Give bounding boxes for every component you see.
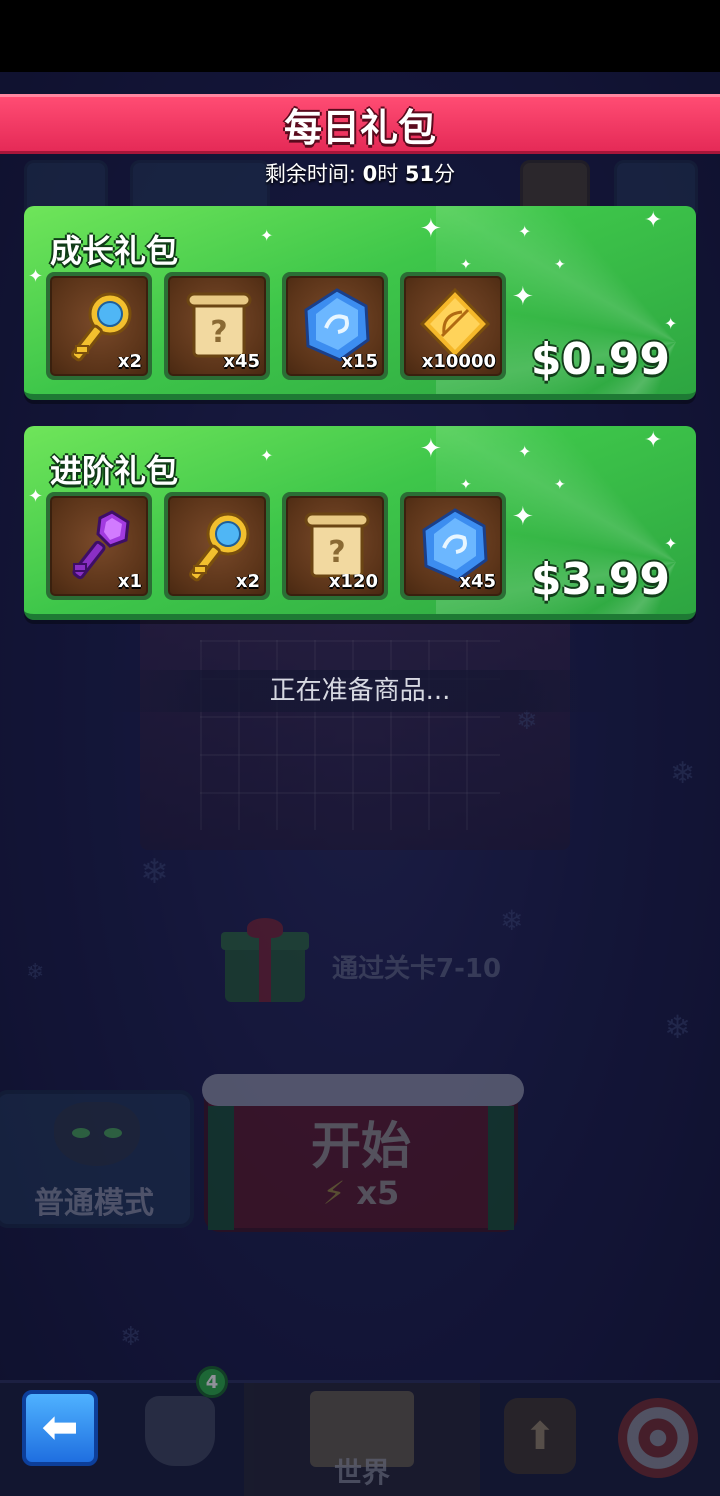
status-bar (0, 0, 720, 72)
pack-item: x45 (400, 492, 506, 600)
pack-price-button[interactable]: $3.99 (531, 554, 670, 605)
sparkle-icon: ✦ (420, 214, 442, 244)
pack-item: x10000 (400, 272, 506, 380)
pack-item: x2 (46, 272, 152, 380)
remaining-time: 剩余时间: 0时 51分 (264, 162, 456, 186)
sparkle-icon: ✦ (518, 222, 532, 241)
sparkle-icon: ✦ (512, 502, 534, 532)
pack-item: ? x45 (164, 272, 270, 380)
item-count: x1 (117, 571, 142, 592)
pack-title: 成长礼包 (50, 232, 179, 270)
sparkle-icon: ✦ (644, 428, 663, 453)
sparkle-icon: ✦ (554, 477, 566, 493)
sparkle-icon: ✦ (664, 534, 678, 553)
item-count: x2 (235, 571, 260, 592)
modal-title-bar: 每日礼包 (0, 94, 720, 154)
sparkle-icon: ✦ (28, 266, 44, 287)
advanced-pack-card[interactable]: ✦ ✦ ✦ ✦ ✦ ✦ ✦ ✦ ✦ 进阶礼包 x1 x2 ? x120 x45 … (24, 426, 696, 620)
sparkle-icon: ✦ (260, 446, 274, 465)
sparkle-icon: ✦ (664, 314, 678, 333)
sparkle-icon: ✦ (644, 208, 663, 233)
item-count: x2 (117, 351, 142, 372)
item-count: x15 (341, 351, 378, 372)
item-count: x10000 (421, 351, 496, 372)
sparkle-icon: ✦ (512, 282, 534, 312)
sparkle-icon: ✦ (28, 486, 44, 507)
svg-text:?: ? (210, 315, 227, 350)
arrow-left-icon: ⬅ (41, 1402, 79, 1453)
sparkle-icon: ✦ (460, 477, 472, 493)
sparkle-icon: ✦ (260, 226, 274, 245)
item-count: x45 (223, 351, 260, 372)
pack-items: x1 x2 ? x120 x45 (46, 492, 506, 600)
pack-item: x2 (164, 492, 270, 600)
sparkle-icon: ✦ (554, 257, 566, 273)
modal-title: 每日礼包 (283, 105, 436, 150)
sparkle-icon: ✦ (460, 257, 472, 273)
growth-pack-card[interactable]: ✦ ✦ ✦ ✦ ✦ ✦ ✦ ✦ ✦ 成长礼包 x2 ? x45 x15 x100… (24, 206, 696, 400)
pack-item: ? x120 (282, 492, 388, 600)
sparkle-icon: ✦ (420, 434, 442, 464)
preparing-status-text: 正在准备商品... (100, 670, 620, 712)
pack-price-button[interactable]: $0.99 (531, 334, 670, 385)
sparkle-icon: ✦ (518, 442, 532, 461)
back-button[interactable]: ⬅ (22, 1390, 98, 1466)
pack-title: 进阶礼包 (50, 452, 179, 490)
pack-items: x2 ? x45 x15 x10000 (46, 272, 506, 380)
item-count: x45 (459, 571, 496, 592)
svg-text:?: ? (328, 535, 345, 570)
item-count: x120 (328, 571, 378, 592)
pack-item: x15 (282, 272, 388, 380)
pack-item: x1 (46, 492, 152, 600)
